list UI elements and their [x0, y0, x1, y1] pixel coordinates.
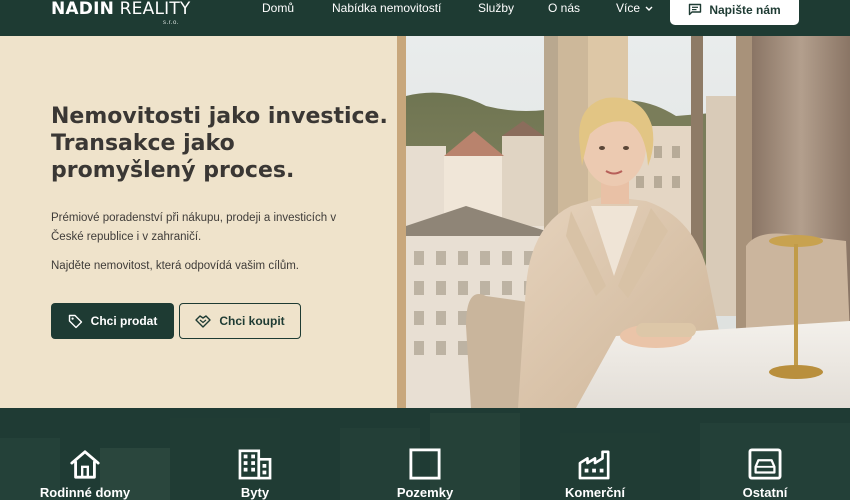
logo-light-text: REALITY	[114, 0, 191, 19]
logo-bold-text: NADIN	[51, 0, 115, 19]
hero-description-line: Prémiové poradenství při nákupu, prodeji…	[51, 212, 337, 224]
category-label: Pozemky	[396, 485, 454, 500]
category-other[interactable]: Ostatní	[680, 408, 850, 500]
square-plot-icon	[409, 448, 441, 480]
logo[interactable]: NADIN REALITY s.r.o.	[51, 0, 191, 27]
nav-services[interactable]: Služby	[478, 1, 514, 15]
category-label: Ostatní	[742, 485, 788, 500]
category-label: Komerční	[565, 485, 625, 500]
factory-icon	[578, 450, 610, 480]
category-plots[interactable]: Pozemky	[340, 408, 510, 500]
category-label: Rodinné domy	[39, 485, 131, 500]
nav-offers[interactable]: Nabídka nemovitostí	[332, 1, 441, 15]
buy-button-label: Chci koupit	[219, 314, 285, 328]
hero-title: Nemovitosti jako investice. Transakce ja…	[51, 103, 388, 184]
hero-panel: Nemovitosti jako investice. Transakce ja…	[0, 36, 397, 408]
garage-icon	[748, 448, 782, 480]
hero-title-line: Nemovitosti jako investice.	[51, 104, 388, 129]
category-family-houses[interactable]: Rodinné domy	[0, 408, 170, 500]
chat-icon	[689, 3, 702, 16]
hero-tagline: Najděte nemovitost, která odpovídá vašim…	[51, 260, 300, 272]
nav-more-label: Více	[616, 1, 641, 15]
site-header: NADIN REALITY s.r.o. Domů Nabídka nemovi…	[0, 0, 850, 36]
hero-description: Prémiové poradenství při nákupu, prodeji…	[51, 209, 381, 247]
category-commercial[interactable]: Komerční	[510, 408, 680, 500]
hero-title-line: promyšlený proces.	[51, 158, 295, 183]
hero-photo-illustration	[406, 36, 850, 408]
category-flats[interactable]: Byty	[170, 408, 340, 500]
house-icon	[70, 450, 100, 479]
tag-icon	[68, 314, 82, 328]
contact-button[interactable]: Napište nám	[670, 0, 799, 25]
sell-button[interactable]: Chci prodat	[51, 303, 174, 339]
hero-description-line: České republice i v zahraničí.	[51, 231, 202, 243]
hero-photo	[406, 36, 850, 408]
nav-about[interactable]: O nás	[548, 1, 580, 15]
chevron-down-icon	[645, 6, 653, 11]
nav-more[interactable]: Více	[616, 1, 653, 15]
category-bar: Rodinné domy Byty Pozemky Komerční Ostat…	[0, 408, 850, 500]
hero-divider	[397, 36, 406, 408]
contact-button-label: Napište nám	[709, 2, 781, 17]
logo-sub-text: s.r.o.	[163, 20, 180, 26]
hero-title-line: Transakce jako	[51, 131, 235, 156]
nav-home[interactable]: Domů	[262, 1, 294, 15]
building-icon	[238, 449, 272, 480]
buy-button[interactable]: Chci koupit	[179, 303, 301, 339]
sell-button-label: Chci prodat	[90, 314, 158, 328]
category-label: Byty	[240, 485, 270, 500]
handshake-icon	[195, 315, 212, 328]
